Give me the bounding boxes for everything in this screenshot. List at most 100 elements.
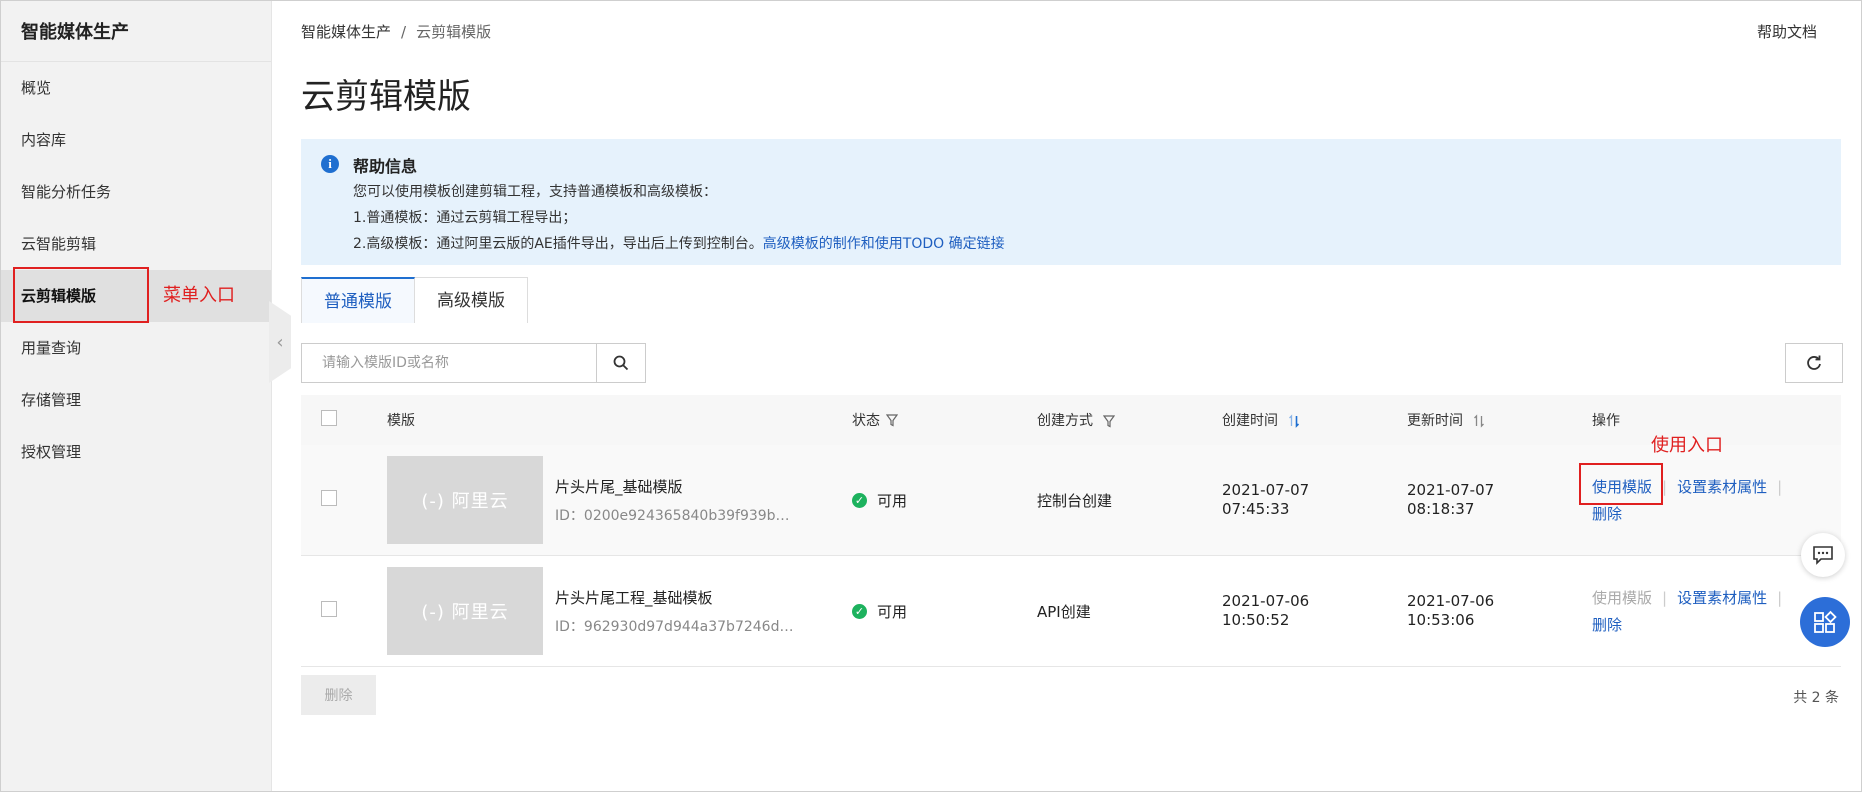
breadcrumb-root[interactable]: 智能媒体生产 [301,23,391,41]
th-created-label: 创建时间 [1222,413,1278,429]
menu-entry-note: 菜单入口 [163,285,235,306]
ops-cell: 使用模版 | 设置素材属性 | 删除 [1592,478,1783,523]
updated-cell: 2021-07-07 08:18:37 [1407,481,1592,519]
template-name: 片头片尾工程_基础模板 [555,588,713,607]
breadcrumb-current: 云剪辑模版 [416,23,492,41]
th-created[interactable]: 创建时间 [1222,410,1407,430]
template-name: 片头片尾_基础模版 [555,477,683,496]
breadcrumb: 智能媒体生产 / 云剪辑模版 [301,21,491,42]
status-text: 可用 [877,491,908,510]
row-checkbox[interactable] [321,601,337,617]
tab-normal-templates[interactable]: 普通模版 [301,277,415,323]
main-content: 智能媒体生产 / 云剪辑模版 帮助文档 云剪辑模版 i 帮助信息 您可以使用模板创建… [301,1,1861,791]
status-cell: ✓ 可用 [852,601,1037,622]
sort-desc-icon[interactable] [1288,414,1300,428]
delete-link[interactable]: 删除 [1592,616,1622,634]
help-title: 帮助信息 [353,157,418,176]
help-line-2: 1.普通模板：通过云剪辑工程导出； [353,210,577,226]
sidebar-collapse-handle[interactable]: ‹ [269,301,291,383]
table-row: (-) 阿里云 片头片尾_基础模版 ID：0200e924365840b39f9… [301,445,1841,556]
sidebar: 智能媒体生产 概览 内容库 智能分析任务 云智能剪辑 云剪辑模版 用量查询 存储… [1,1,272,791]
th-status[interactable]: 状态 [852,410,1037,430]
filter-icon[interactable] [1103,414,1116,428]
sidebar-item-authorization[interactable]: 授权管理 [1,426,271,478]
help-line-1: 您可以使用模板创建剪辑工程，支持普通模板和高级模板： [353,184,717,200]
total-count: 共 2 条 [1793,690,1839,706]
chevron-left-icon: ‹ [276,331,284,353]
row-checkbox[interactable] [321,490,337,506]
search-input[interactable] [301,343,597,383]
advanced-template-help-link[interactable]: 高级模板的制作和使用TODO 确定链接 [763,236,1005,252]
updated-date: 2021-07-07 [1407,481,1495,499]
apps-button[interactable] [1800,597,1850,647]
sort-icon[interactable] [1473,414,1485,428]
sidebar-item-usage[interactable]: 用量查询 [1,322,271,374]
th-method-label: 创建方式 [1037,413,1093,429]
status-cell: ✓ 可用 [852,490,1037,511]
created-date: 2021-07-07 [1222,481,1310,499]
template-id: ID：0200e924365840b39f939b… [555,507,790,524]
method-cell: 控制台创建 [1037,491,1113,510]
updated-time: 08:18:37 [1407,500,1475,518]
tab-advanced-templates[interactable]: 高级模版 [415,277,528,323]
template-cell: (-) 阿里云 片头片尾工程_基础模板 ID：962930d97d944a37b… [387,567,852,655]
sidebar-title: 智能媒体生产 [1,1,271,62]
sidebar-item-content-library[interactable]: 内容库 [1,114,271,166]
sidebar-item-cloud-editing[interactable]: 云智能剪辑 [1,218,271,270]
sidebar-item-storage[interactable]: 存储管理 [1,374,271,426]
template-cell: (-) 阿里云 片头片尾_基础模版 ID：0200e924365840b39f9… [387,456,852,544]
template-thumbnail[interactable]: (-) 阿里云 [387,567,543,655]
use-template-link[interactable]: 使用模版 [1592,478,1652,496]
batch-delete-button[interactable]: 删除 [301,675,376,715]
th-template: 模版 [387,413,415,429]
help-info-box: i 帮助信息 您可以使用模板创建剪辑工程，支持普通模板和高级模板： 1.普通模板… [301,139,1841,265]
help-line-3: 2.高级模板：通过阿里云版的AE插件导出，导出后上传到控制台。高级模板的制作和使… [353,231,1841,257]
set-material-props-link[interactable]: 设置素材属性 [1677,478,1767,496]
sidebar-item-analysis-tasks[interactable]: 智能分析任务 [1,166,271,218]
th-updated[interactable]: 更新时间 [1407,410,1592,430]
help-line-3-text: 2.高级模板：通过阿里云版的AE插件导出，导出后上传到控制台。 [353,236,763,252]
chat-button[interactable] [1801,533,1845,577]
select-all-checkbox[interactable] [321,410,337,426]
check-circle-icon: ✓ [852,492,867,508]
filter-icon[interactable] [886,413,898,427]
created-cell: 2021-07-07 07:45:33 [1222,481,1407,519]
refresh-button[interactable] [1785,343,1843,383]
help-doc-link[interactable]: 帮助文档 [1757,21,1817,42]
chat-icon [1813,546,1833,565]
use-entry-note: 使用入口 [1651,435,1723,456]
updated-date: 2021-07-06 [1407,592,1495,610]
template-table: 模版 状态 创建方式 创建时间 更新时间 操作 (-) 阿里云 片头片尾_基础模… [301,395,1841,667]
check-circle-icon: ✓ [852,603,867,619]
refresh-icon [1807,355,1821,370]
th-updated-label: 更新时间 [1407,413,1463,429]
created-cell: 2021-07-06 10:50:52 [1222,592,1407,630]
template-thumbnail[interactable]: (-) 阿里云 [387,456,543,544]
breadcrumb-separator: / [401,23,407,41]
search-button[interactable] [597,343,646,383]
created-time: 10:50:52 [1222,611,1290,629]
apps-icon [1814,610,1837,633]
sidebar-item-overview[interactable]: 概览 [1,62,271,114]
search-bar [301,343,646,383]
template-id: ID：962930d97d944a37b7246d… [555,618,794,635]
app-window: 智能媒体生产 概览 内容库 智能分析任务 云智能剪辑 云剪辑模版 用量查询 存储… [0,0,1862,792]
search-icon [613,355,629,371]
info-icon: i [321,155,339,173]
use-template-link-disabled: 使用模版 [1592,589,1653,607]
updated-cell: 2021-07-06 10:53:06 [1407,592,1592,630]
method-cell: API创建 [1037,602,1091,621]
table-row: (-) 阿里云 片头片尾工程_基础模板 ID：962930d97d944a37b… [301,556,1841,667]
template-tabs: 普通模版 高级模版 [301,277,528,323]
delete-link[interactable]: 删除 [1592,505,1622,523]
th-ops: 操作 [1592,413,1620,429]
th-status-label: 状态 [852,413,880,429]
created-time: 07:45:33 [1222,500,1290,518]
status-text: 可用 [877,602,908,621]
table-header: 模版 状态 创建方式 创建时间 更新时间 操作 [301,395,1841,445]
created-date: 2021-07-06 [1222,592,1310,610]
page-title: 云剪辑模版 [301,77,471,117]
th-method[interactable]: 创建方式 [1037,410,1222,430]
set-material-props-link[interactable]: 设置素材属性 [1677,589,1767,607]
updated-time: 10:53:06 [1407,611,1475,629]
